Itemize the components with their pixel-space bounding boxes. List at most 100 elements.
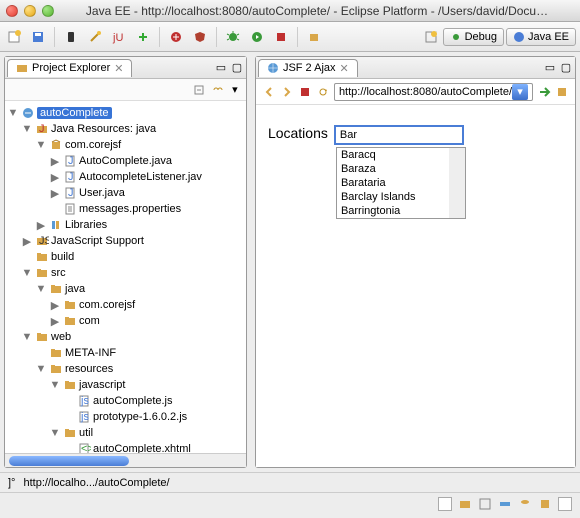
tree-twisty-icon[interactable]: ▼ <box>21 267 33 279</box>
project-explorer-tab[interactable]: Project Explorer ✕ <box>7 59 132 77</box>
tree-twisty-icon[interactable] <box>63 411 75 423</box>
tree-twisty-icon[interactable]: ▼ <box>7 107 19 119</box>
close-tab-icon[interactable]: ✕ <box>114 62 123 75</box>
horizontal-scrollbar[interactable] <box>5 453 246 467</box>
tree-twisty-icon[interactable]: ▼ <box>21 123 33 135</box>
link-editor-icon[interactable] <box>210 83 224 97</box>
stop-icon[interactable] <box>298 85 312 99</box>
snippets-icon[interactable] <box>538 497 552 511</box>
open-perspective-icon[interactable] <box>421 27 441 47</box>
forward-icon[interactable] <box>280 85 294 99</box>
save-icon[interactable] <box>28 27 48 47</box>
tree-node[interactable]: META-INF <box>35 345 244 361</box>
jsf-ajax-tab[interactable]: JSF 2 Ajax ✕ <box>258 59 358 77</box>
pkg-icon <box>49 138 63 152</box>
wand-icon[interactable] <box>85 27 105 47</box>
tree-node[interactable]: jsautoComplete.js <box>63 393 244 409</box>
tree-twisty-icon[interactable]: ▼ <box>49 427 61 439</box>
close-window-button[interactable] <box>6 5 18 17</box>
server-icon[interactable] <box>166 27 186 47</box>
debug-icon[interactable] <box>223 27 243 47</box>
view-menu-icon[interactable]: ▾ <box>228 83 242 97</box>
tree-node[interactable]: build <box>21 249 244 265</box>
close-tab-icon[interactable]: ✕ <box>340 62 349 75</box>
tree-node[interactable]: ▼java <box>35 281 244 297</box>
tree-node[interactable]: ▼util <box>49 425 244 441</box>
tree-twisty-icon[interactable]: ▶ <box>49 299 61 311</box>
go-icon[interactable] <box>537 85 551 99</box>
scrollbar-thumb[interactable] <box>9 456 129 466</box>
plus-icon[interactable] <box>133 27 153 47</box>
collapse-all-icon[interactable] <box>192 83 206 97</box>
tree-twisty-icon[interactable]: ▼ <box>35 363 47 375</box>
minimize-panel-icon[interactable]: ▭ <box>214 61 228 75</box>
new-icon[interactable] <box>4 27 24 47</box>
shield-icon[interactable] <box>190 27 210 47</box>
address-dropdown-icon[interactable]: ▾ <box>512 84 528 100</box>
package-icon[interactable] <box>304 27 324 47</box>
tree-twisty-icon[interactable]: ▼ <box>35 139 47 151</box>
suggestion-item[interactable]: Barringtonia <box>337 204 449 218</box>
servers-icon[interactable] <box>498 497 512 511</box>
zoom-window-button[interactable] <box>42 5 54 17</box>
javaee-perspective-button[interactable]: Java EE <box>506 28 576 46</box>
tree-twisty-icon[interactable] <box>63 395 75 407</box>
tree-node[interactable]: ▼web <box>21 329 244 345</box>
locations-input[interactable] <box>334 125 464 145</box>
tree-node[interactable]: ▶JSJavaScript Support <box>21 233 244 249</box>
suggestion-item[interactable]: Barclay Islands <box>337 190 449 204</box>
svg-text:JS: JS <box>39 235 49 247</box>
tree-node[interactable]: ▼autoComplete <box>7 105 244 121</box>
tree-twisty-icon[interactable] <box>49 203 61 215</box>
tree-twisty-icon[interactable]: ▶ <box>49 155 61 167</box>
tree-node[interactable]: ▶com <box>49 313 244 329</box>
tree-node[interactable]: ▶com.corejsf <box>49 297 244 313</box>
external-tools-icon[interactable] <box>271 27 291 47</box>
tree-twisty-icon[interactable]: ▶ <box>49 315 61 327</box>
tree-node[interactable]: messages.properties <box>49 201 244 217</box>
tree-node[interactable]: ▼javascript <box>49 377 244 393</box>
tree-twisty-icon[interactable]: ▶ <box>49 187 61 199</box>
address-bar[interactable]: http://localhost:8080/autoComplete/ ▾ <box>334 83 533 101</box>
suggestion-item[interactable]: Baracq <box>337 148 449 162</box>
tree-node[interactable]: ▶JUser.java <box>49 185 244 201</box>
tree-node[interactable]: jsprototype-1.6.0.2.js <box>63 409 244 425</box>
suggestion-item[interactable]: Barataria <box>337 176 449 190</box>
favorites-icon[interactable] <box>555 85 569 99</box>
tree-node[interactable]: ▼com.corejsf <box>35 137 244 153</box>
tree-twisty-icon[interactable]: ▶ <box>35 219 47 231</box>
tree-node[interactable]: ▼src <box>21 265 244 281</box>
minimize-editor-icon[interactable]: ▭ <box>543 61 557 75</box>
phone-icon[interactable] <box>61 27 81 47</box>
project-explorer-panel: Project Explorer ✕ ▭ ▢ ▾ ▼autoComplete▼J… <box>4 56 247 468</box>
maximize-panel-icon[interactable]: ▢ <box>230 61 244 75</box>
junit-icon[interactable]: jU <box>109 27 129 47</box>
tree-node[interactable]: <>autoComplete.xhtml <box>63 441 244 453</box>
tree-twisty-icon[interactable]: ▶ <box>49 171 61 183</box>
suggestion-item[interactable]: Baraza <box>337 162 449 176</box>
tree-twisty-icon[interactable] <box>21 251 33 263</box>
tree-twisty-icon[interactable]: ▼ <box>49 379 61 391</box>
tree-twisty-icon[interactable] <box>63 443 75 453</box>
properties-icon[interactable] <box>478 497 492 511</box>
tree-node[interactable]: ▶JAutoComplete.java <box>49 153 244 169</box>
tree-twisty-icon[interactable] <box>35 347 47 359</box>
refresh-icon[interactable] <box>316 85 330 99</box>
tree-node[interactable]: ▼JJava Resources: java <box>21 121 244 137</box>
trim-item-icon[interactable] <box>438 497 452 511</box>
debug-perspective-button[interactable]: Debug <box>443 28 504 46</box>
markers-icon[interactable] <box>458 497 472 511</box>
data-source-icon[interactable] <box>518 497 532 511</box>
run-icon[interactable] <box>247 27 267 47</box>
tree-twisty-icon[interactable]: ▼ <box>35 283 47 295</box>
tree-node[interactable]: ▶JAutocompleteListener.jav <box>49 169 244 185</box>
back-icon[interactable] <box>262 85 276 99</box>
project-tree[interactable]: ▼autoComplete▼JJava Resources: java▼com.… <box>5 101 246 453</box>
tree-node[interactable]: ▶Libraries <box>35 217 244 233</box>
tree-twisty-icon[interactable]: ▶ <box>21 235 33 247</box>
tree-node[interactable]: ▼resources <box>35 361 244 377</box>
minimize-window-button[interactable] <box>24 5 36 17</box>
tree-twisty-icon[interactable]: ▼ <box>21 331 33 343</box>
trim-item-icon[interactable] <box>558 497 572 511</box>
maximize-editor-icon[interactable]: ▢ <box>559 61 573 75</box>
